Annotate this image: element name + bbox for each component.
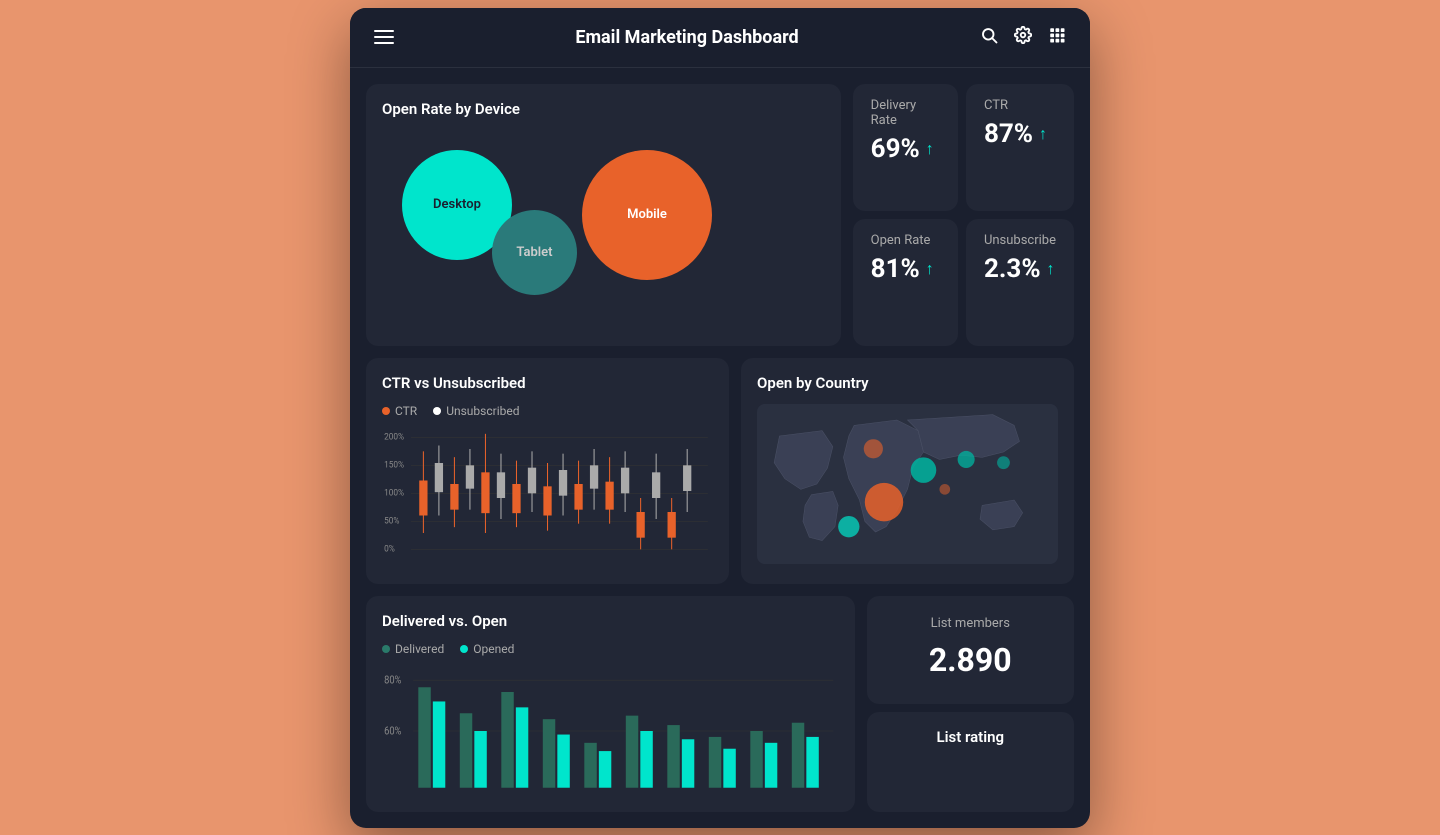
unsubscribe-label: Unsubscribe xyxy=(984,233,1056,248)
opened-legend-item: Opened xyxy=(460,642,514,656)
bubble-chart: Desktop Tablet Mobile xyxy=(382,130,825,330)
delivered-label: Delivered xyxy=(395,642,444,656)
ctr-stat-card: CTR 87% ↑ xyxy=(966,84,1074,211)
settings-icon[interactable] xyxy=(1014,26,1032,49)
map-container xyxy=(757,404,1058,564)
unsub-legend-dot xyxy=(433,407,441,415)
header-title: Email Marketing Dashboard xyxy=(394,27,980,48)
delivered-legend: Delivered Opened xyxy=(382,642,839,656)
open-rate-arrow: ↑ xyxy=(926,259,934,279)
open-rate-label: Open Rate xyxy=(871,233,940,248)
svg-text:60%: 60% xyxy=(384,726,401,738)
ctr-chart-card: CTR vs Unsubscribed CTR Unsubscribed 200… xyxy=(366,358,729,584)
list-members-value: 2.890 xyxy=(881,641,1061,679)
unsubscribe-value: 2.3% ↑ xyxy=(984,254,1056,284)
main-content: Open Rate by Device Desktop Tablet Mobil… xyxy=(350,68,1090,828)
open-rate-value: 81% ↑ xyxy=(871,254,940,284)
grid-icon[interactable] xyxy=(1048,26,1066,49)
ctr-label: CTR xyxy=(984,98,1056,113)
svg-text:0%: 0% xyxy=(384,544,395,555)
candlestick-chart: 200% 150% 100% 50% 0% xyxy=(382,428,713,568)
ctr-legend-dot xyxy=(382,407,390,415)
opened-legend-dot xyxy=(460,645,468,653)
candlestick-svg: 200% 150% 100% 50% 0% xyxy=(382,428,713,568)
header: Email Marketing Dashboard xyxy=(350,8,1090,68)
ctr-legend-label: CTR xyxy=(395,404,417,418)
ctr-legend-item: CTR xyxy=(382,404,417,418)
unsub-legend-label: Unsubscribed xyxy=(446,404,519,418)
svg-text:150%: 150% xyxy=(384,460,405,471)
menu-icon[interactable] xyxy=(374,30,394,44)
open-rate-stat-card: Open Rate 81% ↑ xyxy=(853,219,958,346)
list-stats: List members 2.890 List rating xyxy=(867,596,1075,812)
unsubscribe-arrow: ↑ xyxy=(1047,259,1055,279)
tablet-bubble: Tablet xyxy=(492,210,577,295)
ctr-legend: CTR Unsubscribed xyxy=(382,404,713,418)
row3: Delivered vs. Open Delivered Opened 80% xyxy=(366,596,1074,812)
unsubscribe-card: Unsubscribe 2.3% ↑ xyxy=(966,219,1074,346)
delivered-card: Delivered vs. Open Delivered Opened 80% xyxy=(366,596,855,812)
svg-text:50%: 50% xyxy=(384,516,400,527)
list-members-card: List members 2.890 xyxy=(867,596,1075,704)
bar-chart: 80% 60% xyxy=(382,666,839,796)
delivery-rate-arrow: ↑ xyxy=(926,139,934,159)
map-svg xyxy=(757,404,1058,564)
ctr-arrow: ↑ xyxy=(1039,124,1047,144)
bar-chart-svg: 80% 60% xyxy=(382,666,839,796)
row1: Open Rate by Device Desktop Tablet Mobil… xyxy=(366,84,1074,346)
ctr-value: 87% ↑ xyxy=(984,119,1056,149)
svg-text:80%: 80% xyxy=(384,675,401,687)
list-rating-label: List rating xyxy=(881,728,1061,746)
delivered-title: Delivered vs. Open xyxy=(382,612,839,630)
delivery-rate-label: Delivery Rate xyxy=(871,98,940,128)
ctr-chart-title: CTR vs Unsubscribed xyxy=(382,374,713,392)
country-card: Open by Country xyxy=(741,358,1074,584)
svg-text:200%: 200% xyxy=(384,432,405,443)
delivery-rate-card: Delivery Rate 69% ↑ xyxy=(853,84,958,211)
country-title: Open by Country xyxy=(757,374,1058,392)
open-rate-card: Open Rate by Device Desktop Tablet Mobil… xyxy=(366,84,841,346)
unsub-legend-item: Unsubscribed xyxy=(433,404,519,418)
delivered-legend-item: Delivered xyxy=(382,642,444,656)
delivery-rate-value: 69% ↑ xyxy=(871,134,940,164)
stats-right: Delivery Rate 69% ↑ CTR 87% ↑ xyxy=(853,84,1074,346)
dashboard-container: Email Marketing Dashboard xyxy=(350,8,1090,828)
opened-label: Opened xyxy=(473,642,514,656)
svg-text:100%: 100% xyxy=(384,488,405,499)
row2: CTR vs Unsubscribed CTR Unsubscribed 200… xyxy=(366,358,1074,584)
stats-grid: Delivery Rate 69% ↑ CTR 87% ↑ xyxy=(853,84,1074,346)
list-members-label: List members xyxy=(881,616,1061,631)
header-icons xyxy=(980,26,1066,49)
search-icon[interactable] xyxy=(980,26,998,49)
open-rate-title: Open Rate by Device xyxy=(382,100,825,118)
delivered-legend-dot xyxy=(382,645,390,653)
list-rating-card: List rating xyxy=(867,712,1075,812)
mobile-bubble: Mobile xyxy=(582,150,712,280)
